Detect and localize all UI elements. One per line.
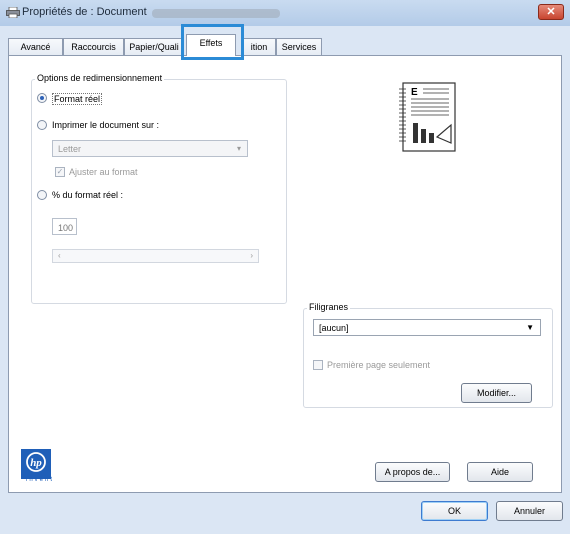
percent-label: % du format réel : [52,190,124,200]
ok-button[interactable]: OK [421,501,488,521]
resize-options-label: Options de redimensionnement [35,73,165,83]
actual-size-radio[interactable] [37,93,47,103]
hp-logo-icon: hp [21,449,51,479]
tab-papier-qualite[interactable]: Papier/Quali [124,38,184,55]
title-bar: Propriétés de : Document ✕ [0,0,570,26]
watermarks-label: Filigranes [307,302,351,312]
slider-right-arrow: › [250,251,253,260]
paper-size-value: Letter [58,144,82,154]
close-button[interactable]: ✕ [538,4,564,20]
watermark-value: [aucun] [319,323,349,333]
cancel-button[interactable]: Annuler [496,501,563,521]
percent-slider[interactable]: ‹ › [52,249,259,263]
chevron-down-icon: ▾ [236,144,241,153]
fit-to-page-label: Ajuster au format [69,167,138,177]
paper-size-select[interactable]: Letter ▾ [52,140,248,157]
watermark-select[interactable]: [aucun] ▼ [313,319,541,336]
fit-to-page-checkbox[interactable]: ✓ [55,167,65,177]
help-button[interactable]: Aide [467,462,533,482]
percent-radio[interactable] [37,190,47,200]
chevron-down-icon: ▼ [526,323,534,332]
modify-button[interactable]: Modifier... [461,383,532,403]
effects-panel: Options de redimensionnement Format réel… [8,55,562,493]
window-title: Propriétés de : Document [22,6,147,18]
actual-size-label: Format réel [52,93,103,105]
print-on-label: Imprimer le document sur : [52,120,160,130]
tab-finition[interactable]: ition [242,38,276,55]
print-on-radio[interactable] [37,120,47,130]
tab-services[interactable]: Services [276,38,322,55]
hp-logo-mark: hp [30,457,42,469]
percent-input[interactable]: 100 [52,218,77,235]
tab-raccourcis[interactable]: Raccourcis [63,38,124,55]
page-preview-icon: E [399,82,456,152]
preview-letter: E [411,87,418,98]
printer-properties-dialog: Propriétés de : Document ✕ Avancé Raccou… [0,0,570,534]
redacted-title-area [152,9,280,18]
tab-avance[interactable]: Avancé [8,38,63,55]
hp-invent-text: invent [26,477,55,483]
first-page-checkbox[interactable] [313,360,323,370]
printer-icon [6,7,20,18]
about-button[interactable]: A propos de... [375,462,450,482]
active-tab-highlight [181,24,244,60]
slider-left-arrow: ‹ [58,251,61,260]
first-page-label: Première page seulement [327,360,431,370]
